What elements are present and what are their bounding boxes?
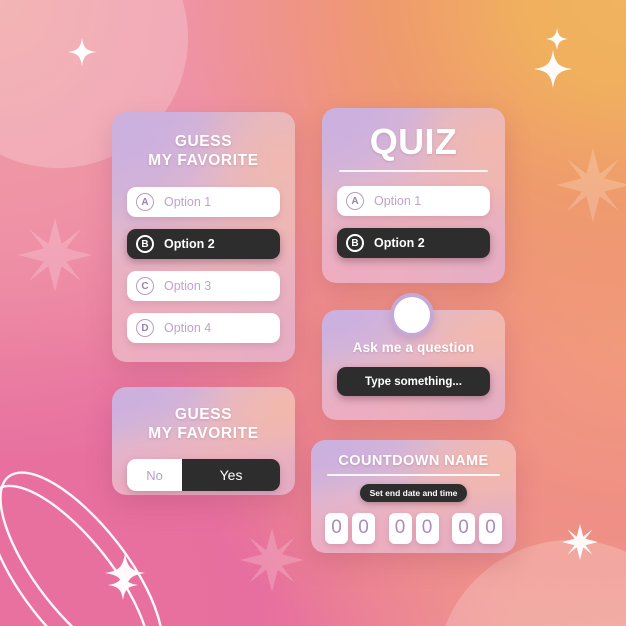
yesno-title-line1: GUESS (174, 406, 233, 423)
countdown-digits: 0 0 0 0 0 0 (325, 512, 502, 544)
quiz-option-row-a[interactable]: A Option 1 (337, 186, 490, 216)
option-row-c[interactable]: C Option 3 (127, 271, 280, 301)
quiz-title: QUIZ (369, 121, 458, 162)
quiz-option-badge-b: B (346, 234, 364, 252)
option-badge-a: A (136, 193, 154, 211)
countdown-digit: 0 (352, 512, 375, 544)
countdown-group-1: 0 0 (325, 512, 375, 544)
option-badge-c: C (136, 277, 154, 295)
yesno-title: GUESS MY FAVORITE (127, 405, 280, 443)
countdown-divider (327, 474, 500, 476)
star-8-point-bottom-center-icon (240, 528, 304, 592)
quiz-divider (339, 170, 488, 172)
countdown-digit: 0 (415, 512, 439, 544)
countdown-digit: 0 (479, 512, 502, 544)
yesno-title-line2: MY FAVORITE (148, 425, 259, 442)
countdown-digit: 0 (388, 512, 412, 544)
option-row-b[interactable]: B Option 2 (127, 229, 280, 259)
countdown-digit: 0 (325, 512, 348, 544)
option-label-a: Option 1 (164, 195, 212, 209)
countdown-group-2: 0 0 (388, 512, 439, 544)
option-row-a[interactable]: A Option 1 (127, 187, 280, 217)
star-8-point-bottom-right-icon (562, 524, 598, 560)
guess-favorite-card: GUESS MY FAVORITE A Option 1 B Option 2 … (112, 112, 295, 362)
star-4-point-top-right-small-icon (546, 28, 568, 50)
yesno-toggle: No Yes (127, 459, 280, 491)
option-badge-d: D (136, 319, 154, 337)
countdown-group-3: 0 0 (452, 512, 502, 544)
countdown-card: COUNTDOWN NAME Set end date and time 0 0… (311, 440, 516, 553)
countdown-digit: 0 (452, 512, 475, 544)
quiz-card: QUIZ A Option 1 B Option 2 (322, 108, 505, 283)
avatar[interactable] (390, 293, 434, 337)
yesno-yes-button[interactable]: Yes (182, 459, 280, 491)
quiz-option-badge-a: A (346, 192, 364, 210)
star-4-point-rings-icon (108, 570, 138, 600)
countdown-title: COUNTDOWN NAME (338, 453, 489, 469)
option-row-d[interactable]: D Option 4 (127, 313, 280, 343)
guess-favorite-option-list: A Option 1 B Option 2 C Option 3 D Optio… (127, 187, 280, 343)
star-4-point-top-right-large-icon (534, 50, 572, 88)
quiz-option-label-a: Option 1 (374, 194, 422, 208)
guess-favorite-title: GUESS MY FAVORITE (127, 132, 280, 170)
option-label-c: Option 3 (164, 279, 212, 293)
guess-favorite-title-line1: GUESS (174, 133, 233, 150)
guess-favorite-title-line2: MY FAVORITE (148, 152, 259, 169)
set-end-date-button[interactable]: Set end date and time (360, 483, 467, 502)
star-8-point-right-icon (556, 148, 626, 222)
ask-question-title: Ask me a question (352, 340, 475, 355)
yesno-no-button[interactable]: No (127, 459, 183, 491)
star-4-point-top-left-icon (68, 38, 96, 66)
guess-favorite-yesno-card: GUESS MY FAVORITE No Yes (112, 387, 295, 495)
option-label-d: Option 4 (164, 321, 212, 335)
option-label-b: Option 2 (164, 237, 215, 251)
option-badge-b: B (136, 235, 154, 253)
star-8-point-left-icon (18, 218, 92, 292)
quiz-option-label-b: Option 2 (374, 236, 425, 250)
ask-question-input[interactable]: Type something... (337, 367, 490, 396)
quiz-option-row-b[interactable]: B Option 2 (337, 228, 490, 258)
